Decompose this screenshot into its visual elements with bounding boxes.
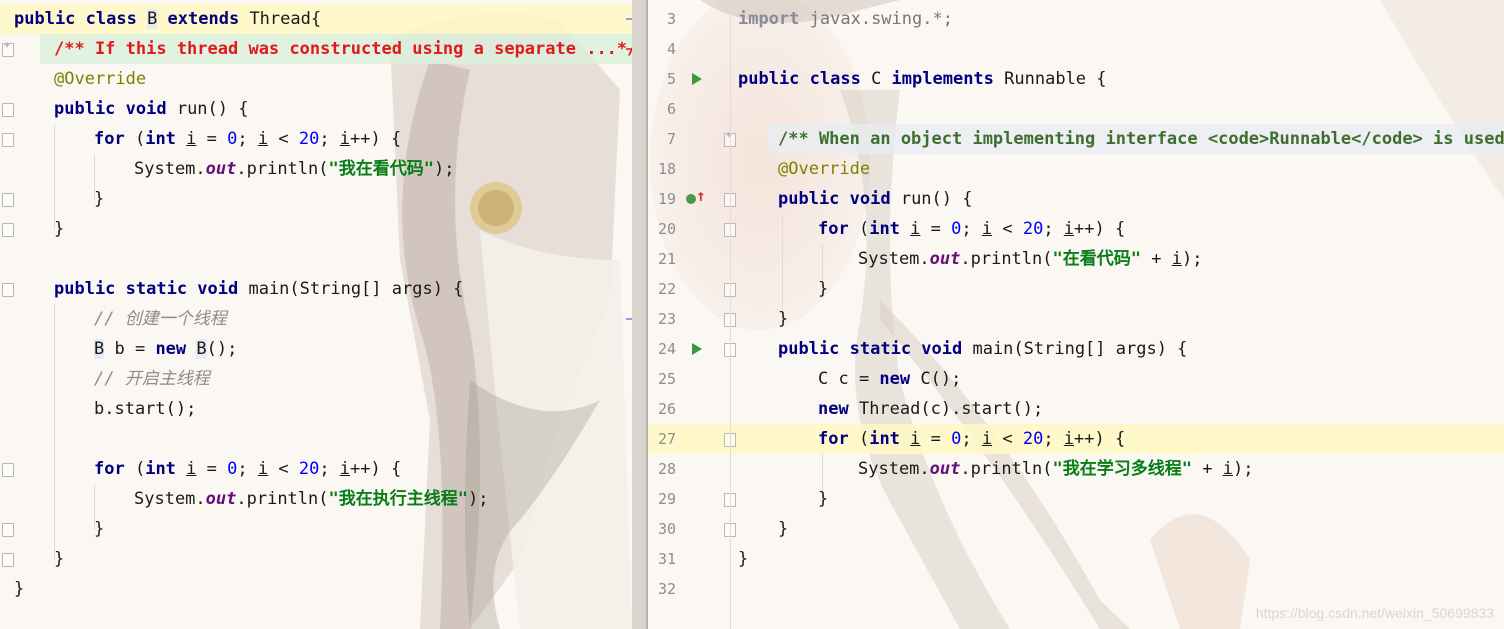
code-line[interactable]: } xyxy=(94,184,104,214)
line-number: 28 xyxy=(657,460,676,478)
fold-icon[interactable] xyxy=(2,103,14,117)
code-line[interactable]: new Thread(c).start(); xyxy=(818,394,1043,424)
code-line[interactable]: b.start(); xyxy=(94,394,196,424)
code-line[interactable]: for (int i = 0; i < 20; i++) { xyxy=(94,454,401,484)
editor-splitter[interactable] xyxy=(632,0,648,629)
code-line[interactable]: System.out.println("我在看代码"); xyxy=(134,154,454,184)
fold-icon[interactable] xyxy=(2,283,14,297)
line-number: 32 xyxy=(657,580,676,598)
line-number: 23 xyxy=(657,310,676,328)
line-number: 25 xyxy=(657,370,676,388)
code-line[interactable]: B b = new B(); xyxy=(94,334,237,364)
run-main-icon[interactable] xyxy=(692,343,702,355)
code-line-doc-collapsed[interactable]: /** When an object implementing interfac… xyxy=(778,124,1504,154)
line-number: 26 xyxy=(657,400,676,418)
line-number: 22 xyxy=(657,280,676,298)
fold-icon[interactable] xyxy=(2,523,14,537)
code-line[interactable]: public void run() { xyxy=(778,184,972,214)
code-line[interactable]: @Override xyxy=(778,154,870,184)
fold-expand-icon[interactable] xyxy=(2,40,14,57)
line-number: 18 xyxy=(657,160,676,178)
indent-guide xyxy=(54,304,55,560)
line-number: 30 xyxy=(657,520,676,538)
line-number: 31 xyxy=(657,550,676,568)
line-number: 27 xyxy=(657,430,676,448)
gutter-divider xyxy=(730,0,731,629)
code-line[interactable]: } xyxy=(14,574,24,604)
line-number: 19 xyxy=(657,190,676,208)
code-line[interactable]: } xyxy=(54,214,64,244)
line-number: 29 xyxy=(657,490,676,508)
watermark-url: https://blog.csdn.net/weixin_50699833 xyxy=(1255,605,1494,621)
code-line[interactable]: System.out.println("我在学习多线程" + i); xyxy=(858,454,1253,484)
fold-icon[interactable] xyxy=(2,133,14,147)
code-line[interactable]: for (int i = 0; i < 20; i++) { xyxy=(94,124,401,154)
code-line[interactable]: C c = new C(); xyxy=(818,364,961,394)
code-line[interactable]: } xyxy=(778,304,788,334)
line-number: 3 xyxy=(666,10,676,28)
override-indicator-icon[interactable] xyxy=(686,194,696,204)
code-line[interactable]: } xyxy=(818,274,828,304)
right-editor-pane[interactable]: 3 4 5 6 7 18 19 20 21 22 23 24 25 26 27 … xyxy=(648,0,1504,629)
code-line-import[interactable]: import javax.swing.*; xyxy=(738,4,953,34)
code-line[interactable]: public static void main(String[] args) { xyxy=(54,274,463,304)
code-comment[interactable]: // 创建一个线程 xyxy=(94,304,227,334)
code-line[interactable]: public static void main(String[] args) { xyxy=(778,334,1187,364)
fold-icon[interactable] xyxy=(2,463,14,477)
code-line[interactable]: public void run() { xyxy=(54,94,248,124)
code-line[interactable]: } xyxy=(778,514,788,544)
code-line[interactable]: } xyxy=(54,544,64,574)
line-number: 6 xyxy=(666,100,676,118)
line-number: 5 xyxy=(666,70,676,88)
line-number: 7 xyxy=(666,130,676,148)
fold-icon[interactable] xyxy=(2,553,14,567)
code-line[interactable]: @Override xyxy=(54,64,146,94)
fold-icon[interactable] xyxy=(2,193,14,207)
code-line[interactable]: public class B extends Thread{ xyxy=(14,4,321,34)
run-class-icon[interactable] xyxy=(692,73,702,85)
code-line[interactable]: System.out.println("在看代码" + i); xyxy=(858,244,1202,274)
code-line[interactable]: for (int i = 0; i < 20; i++) { xyxy=(818,424,1125,454)
line-number: 21 xyxy=(657,250,676,268)
code-comment[interactable]: // 开启主线程 xyxy=(94,364,210,394)
implements-arrow-icon[interactable]: ↑ xyxy=(696,186,706,205)
fold-icon[interactable] xyxy=(2,223,14,237)
code-line[interactable]: public class C implements Runnable { xyxy=(738,64,1107,94)
code-line[interactable]: System.out.println("我在执行主线程"); xyxy=(134,484,488,514)
code-line[interactable]: for (int i = 0; i < 20; i++) { xyxy=(818,214,1125,244)
left-editor-pane[interactable]: public class B extends Thread{ /** If th… xyxy=(0,0,632,629)
line-number: 24 xyxy=(657,340,676,358)
code-line[interactable]: } xyxy=(94,514,104,544)
code-line[interactable]: } xyxy=(738,544,748,574)
code-line[interactable]: } xyxy=(818,484,828,514)
line-number: 4 xyxy=(666,40,676,58)
code-line-doc-collapsed[interactable]: /** If this thread was constructed using… xyxy=(54,34,632,64)
line-number: 20 xyxy=(657,220,676,238)
